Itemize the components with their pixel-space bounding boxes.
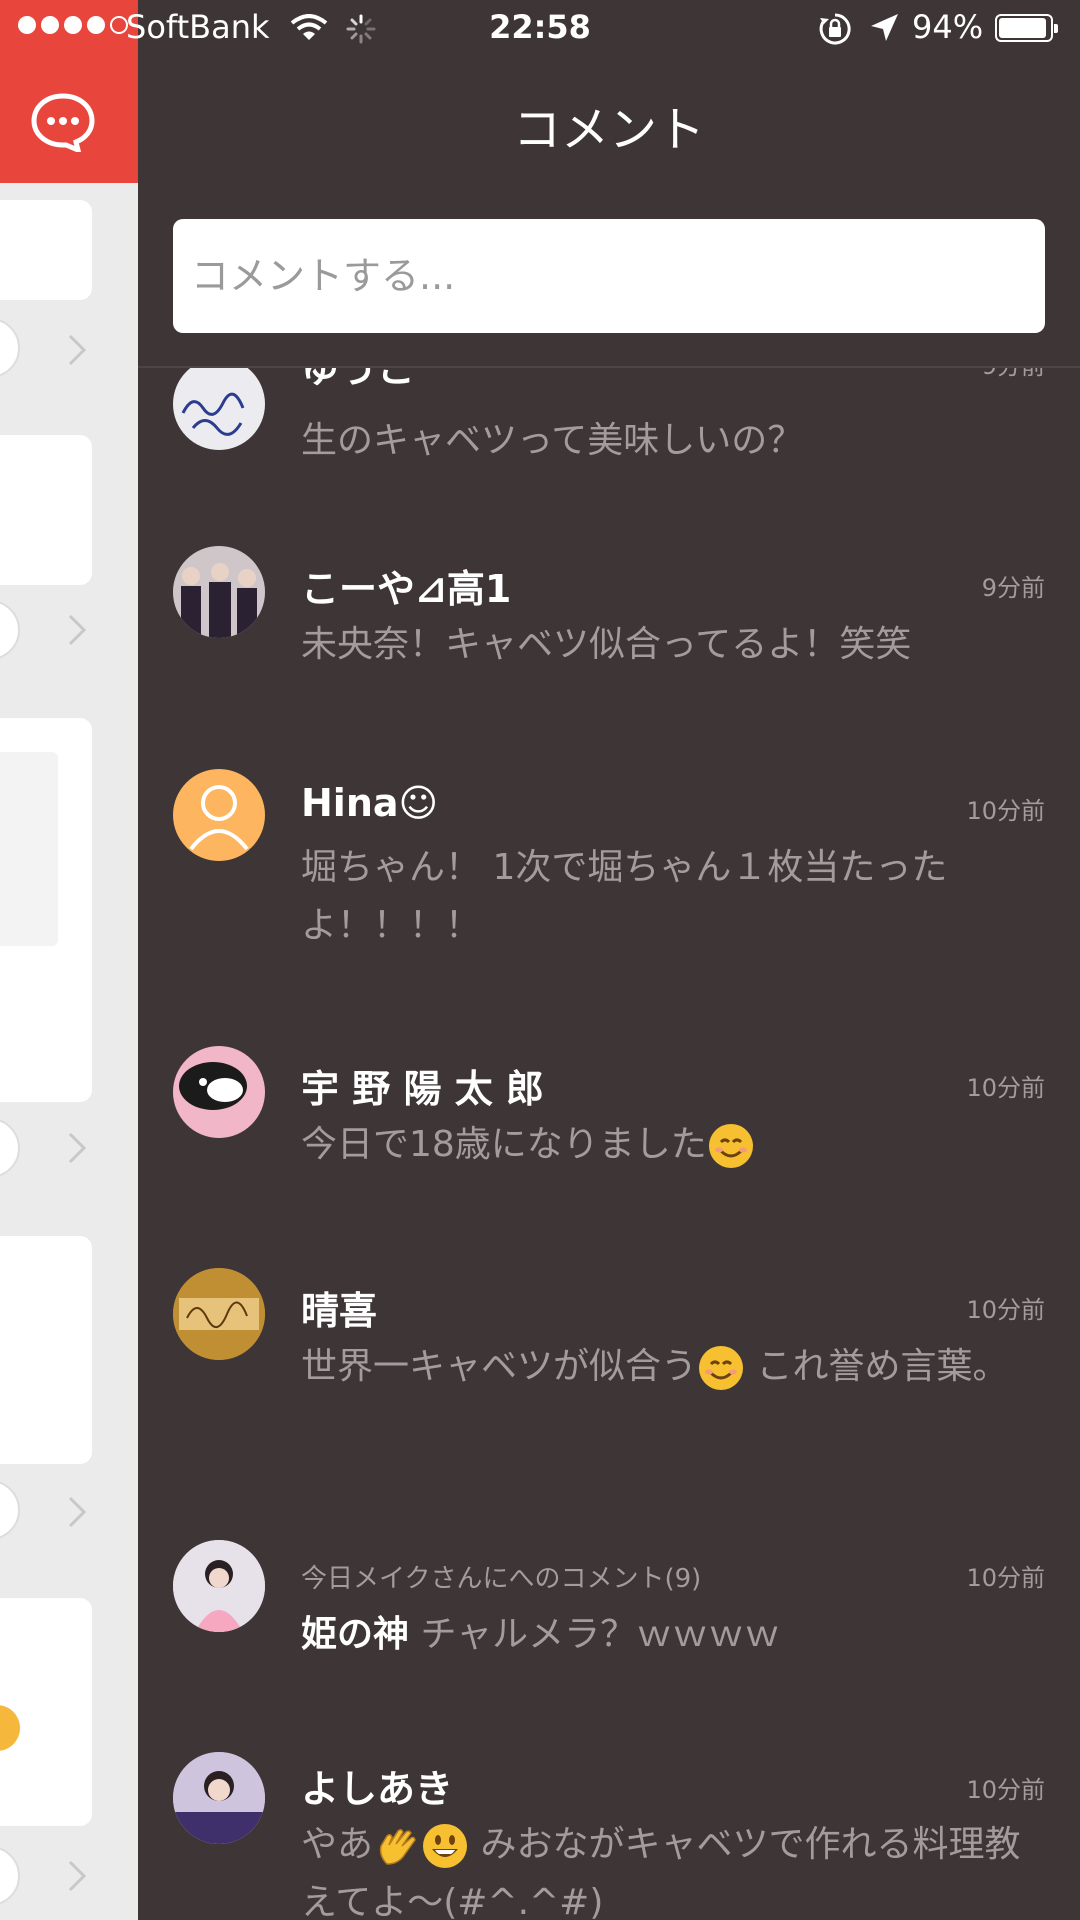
comment-text: 未央奈！キャベツ似合ってるよ！笑笑 (301, 624, 912, 665)
comment-item[interactable]: 宇 野 陽 太 郎 10分前 今日で18歳になりました (138, 1046, 1080, 1226)
comment-author[interactable]: 宇 野 陽 太 郎 (301, 1058, 544, 1113)
battery-percent: 94% (912, 8, 984, 46)
comment-item[interactable]: 今日メイクさんにへのコメント(9) 10分前 姫の神 チャルメラ？ｗｗｗｗ (138, 1540, 1080, 1720)
comment-author[interactable]: 姫の神 (301, 1614, 409, 1655)
feed-action-button[interactable] (0, 318, 20, 378)
comment-text-part: 世界一キャベツが似合う (301, 1346, 698, 1387)
comment-author[interactable]: ゆうこ (301, 368, 415, 393)
rotation-lock-icon (819, 13, 851, 45)
feed-card-image (0, 752, 58, 946)
comment-time: 10分前 (966, 1296, 1045, 1324)
feed-card[interactable] (0, 435, 92, 585)
feed-action-button[interactable] (0, 1480, 20, 1540)
comment-time: 10分前 (966, 1564, 1045, 1592)
comment-item[interactable]: ゆうこ 9分前 生のキャベツって美味しいの？ (138, 368, 1080, 488)
comment-author[interactable]: Hina☺ (301, 781, 438, 825)
avatar[interactable] (173, 546, 265, 638)
chat-bubble-icon[interactable] (30, 92, 96, 152)
comment-time: 10分前 (966, 797, 1045, 825)
battery-icon (995, 14, 1058, 42)
avatar[interactable] (173, 1268, 265, 1360)
comment-text: 堀ちゃん！ 1次で堀ちゃん１枚当たったよ！！！！ (301, 847, 948, 946)
comment-item[interactable]: こーや⊿高1 9分前 未央奈！キャベツ似合ってるよ！笑笑 (138, 546, 1080, 726)
comment-text-part: これ誉め言葉。 (745, 1346, 1009, 1387)
avatar[interactable] (173, 1752, 265, 1844)
chevron-right-icon[interactable] (66, 1494, 88, 1530)
chevron-right-icon[interactable] (66, 1858, 88, 1894)
comment-text: やあ みおながキャベツで作れる料理教えてよ〜(#^.^#) (301, 1816, 1031, 1920)
feed-card[interactable] (0, 200, 92, 300)
comment-item[interactable]: 晴喜 10分前 世界一キャベツが似合う これ誉め言葉。 (138, 1268, 1080, 1498)
comment-text: 姫の神 チャルメラ？ｗｗｗｗ (301, 1606, 1031, 1664)
location-arrow-icon (871, 14, 898, 41)
comment-text: 今日で18歳になりました (301, 1116, 1031, 1174)
avatar[interactable] (173, 368, 265, 450)
comment-panel: コメント ゆうこ 9分前 生のキャベツって美味しいの？ こーや⊿高1 9分前 未… (138, 0, 1080, 1920)
comment-context[interactable]: 今日メイクさんにへのコメント(9) (301, 1558, 701, 1595)
comment-item[interactable]: よしあき 10分前 やあ みおながキャベツで作れる料理教えてよ〜(#^.^#) (138, 1752, 1080, 1920)
comment-time: 9分前 (982, 368, 1045, 381)
comment-time: 10分前 (966, 1074, 1045, 1102)
avatar[interactable] (173, 769, 265, 861)
status-bar: SoftBank 22:58 94% (0, 0, 1080, 58)
comment-text-part: 今日で18歳になりました (301, 1124, 707, 1165)
comment-input[interactable] (173, 219, 1045, 333)
comment-text-part: チャルメラ？ｗｗｗｗ (409, 1614, 781, 1655)
chevron-right-icon[interactable] (66, 1130, 88, 1166)
comment-text: 生のキャベツって美味しいの？ (301, 420, 804, 461)
comment-text-part: やあ (301, 1824, 374, 1865)
background-feed (0, 0, 138, 1920)
comment-author[interactable]: こーや⊿高1 (301, 558, 511, 613)
avatar[interactable] (173, 1540, 265, 1632)
comment-time: 9分前 (981, 574, 1045, 602)
chevron-right-icon[interactable] (66, 612, 88, 648)
smiling-face-emoji-icon (708, 1124, 753, 1168)
grinning-face-emoji-icon (423, 1824, 468, 1868)
feed-action-button[interactable] (0, 600, 20, 660)
feed-action-button[interactable] (0, 1118, 20, 1178)
feed-action-button[interactable] (0, 1846, 20, 1906)
comment-author[interactable]: 晴喜 (301, 1280, 377, 1335)
comment-time: 10分前 (966, 1776, 1045, 1804)
comment-author[interactable]: よしあき (301, 1758, 453, 1813)
avatar[interactable] (173, 1046, 265, 1138)
smiling-face-emoji-icon (699, 1346, 744, 1390)
feed-card[interactable] (0, 1236, 92, 1464)
comment-item[interactable]: Hina☺ 10分前 堀ちゃん！ 1次で堀ちゃん１枚当たったよ！！！！ (138, 769, 1080, 999)
waving-hand-emoji-icon (379, 1828, 416, 1865)
chevron-right-icon[interactable] (66, 332, 88, 368)
comment-text: 世界一キャベツが似合う これ誉め言葉。 (301, 1338, 1031, 1396)
comment-list[interactable]: ゆうこ 9分前 生のキャベツって美味しいの？ こーや⊿高1 9分前 未央奈！キャ… (138, 368, 1080, 1920)
page-title: コメント (512, 102, 705, 158)
battery-level-fill (999, 18, 1046, 38)
